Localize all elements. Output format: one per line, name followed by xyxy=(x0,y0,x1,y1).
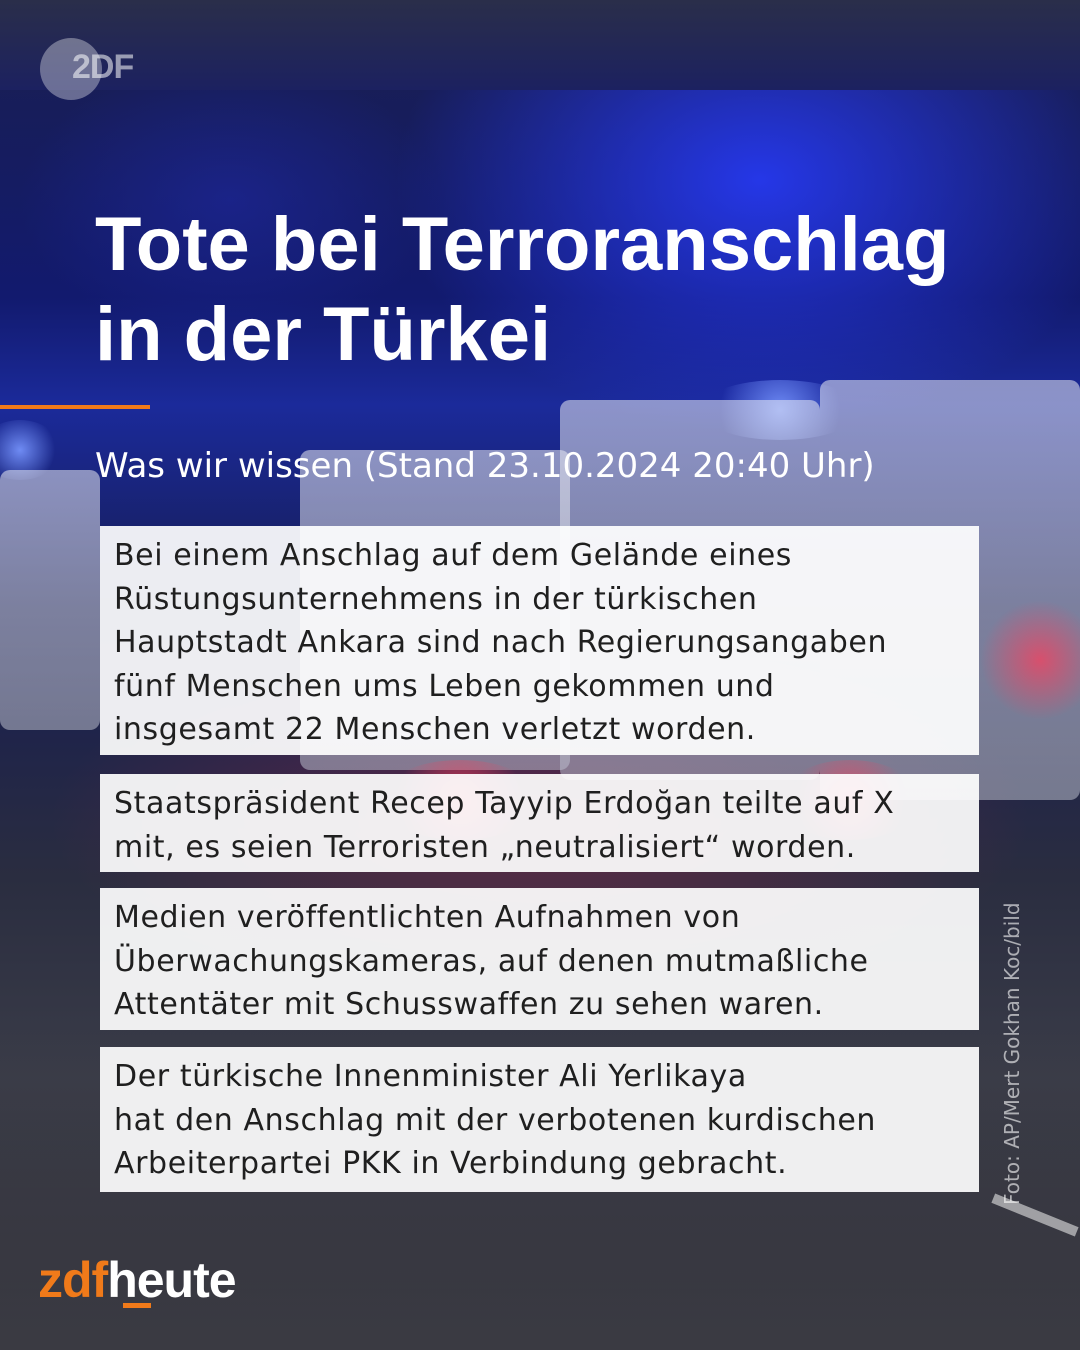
headline: Tote bei Terroranschlag in der Türkei xyxy=(95,200,1045,380)
brand-underline xyxy=(123,1303,151,1308)
fact-text-line: insgesamt 22 Menschen verletzt worden. xyxy=(114,712,756,747)
fact-text-line: Der türkische Innenminister Ali Yerlikay… xyxy=(114,1059,747,1094)
photo-credit: Foto: AP/Mert Gokhan Koc/bild xyxy=(1000,902,1024,1205)
zdfheute-logo: zdfheute xyxy=(38,1250,237,1310)
fact-card-1: Bei einem Anschlag auf dem Gelände eines… xyxy=(100,526,979,755)
subtitle: Was wir wissen (Stand 23.10.2024 20:40 U… xyxy=(95,446,875,486)
fact-text-line: Rüstungsunternehmens in der türkischen xyxy=(114,581,758,617)
fact-text-line: Bei einem Anschlag auf dem Gelände eines xyxy=(114,538,793,573)
zdf-logo-text: 2DF xyxy=(72,48,134,86)
brand-heute: heute xyxy=(107,1252,236,1308)
fact-card-4: Der türkische Innenminister Ali Yerlikay… xyxy=(100,1047,979,1192)
fact-card-3: Medien veröffentlichten Aufnahmen von Üb… xyxy=(100,888,979,1030)
headline-line-2: in der Türkei xyxy=(95,292,552,377)
fact-card-2: Staatspräsident Recep Tayyip Erdoğan tei… xyxy=(100,774,979,872)
fact-text-line: hat den Anschlag mit der verbotenen kurd… xyxy=(114,1102,876,1138)
headline-line-1: Tote bei Terroranschlag xyxy=(95,202,950,287)
fact-text-line: Hauptstadt Ankara sind nach Regierungsan… xyxy=(114,625,888,660)
fact-text-line: Arbeiterpartei PKK in Verbindung gebrach… xyxy=(114,1146,788,1181)
fact-text-line: Attentäter mit Schusswaffen zu sehen war… xyxy=(114,987,824,1022)
fact-text-line: Staatspräsident Recep Tayyip Erdoğan tei… xyxy=(114,786,895,821)
fact-text-line: Medien veröffentlichten Aufnahmen von xyxy=(114,900,741,935)
accent-divider xyxy=(0,405,150,409)
fact-text-line: mit, es seien Terroristen „neutralisiert… xyxy=(114,829,856,865)
fact-text-line: Überwachungskameras, auf denen mutmaßlic… xyxy=(114,943,869,979)
brand-zdf: zdf xyxy=(38,1252,108,1308)
fact-text-line: fünf Menschen ums Leben gekommen und xyxy=(114,668,775,704)
